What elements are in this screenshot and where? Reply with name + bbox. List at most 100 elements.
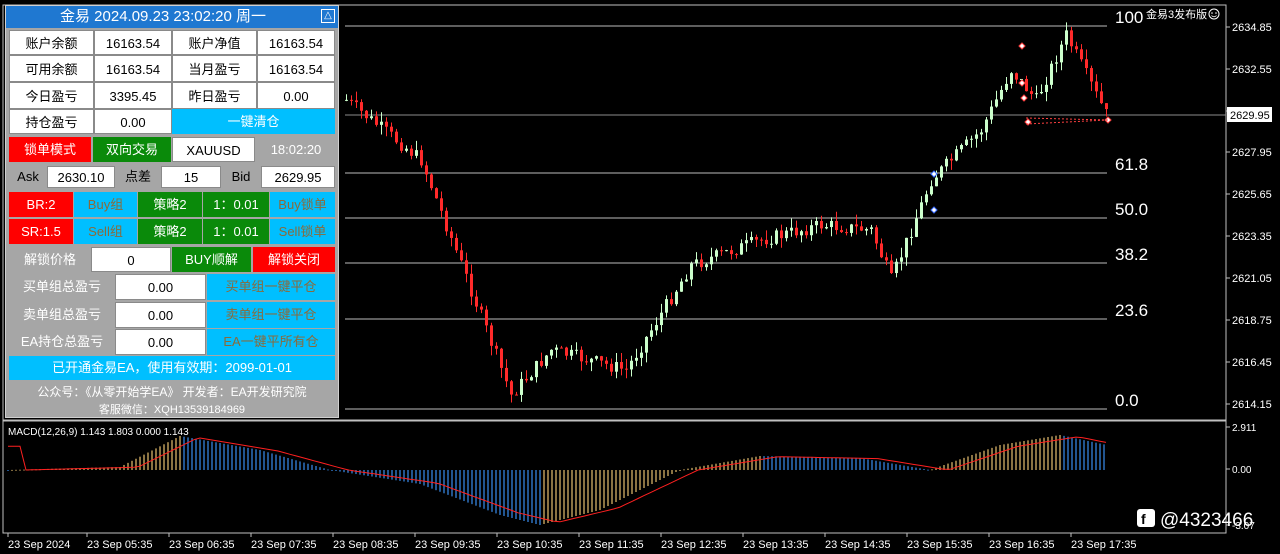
- candle-body: [670, 299, 673, 305]
- candle-body: [735, 254, 738, 256]
- candle-body: [1085, 59, 1088, 69]
- buy-lock-button[interactable]: Buy锁单: [270, 192, 335, 217]
- ea-name-label: 金易3发布版: [1146, 7, 1207, 21]
- buy-strategy-button[interactable]: 策略2: [138, 192, 202, 217]
- price-tick-label: 2618.75: [1232, 315, 1272, 327]
- candle-body: [370, 116, 373, 119]
- sell-strategy-button[interactable]: 策略2: [138, 219, 202, 244]
- equity-label: 账户净值: [172, 30, 257, 55]
- candle-body: [1055, 62, 1058, 64]
- candle-body: [980, 132, 983, 135]
- buy-ratio-button[interactable]: 1：0.01: [203, 192, 269, 217]
- unlock-close-button[interactable]: 解锁关闭: [253, 247, 335, 272]
- candle-body: [900, 257, 903, 262]
- candle-body: [650, 330, 653, 337]
- buy-group-button[interactable]: Buy组: [74, 192, 137, 217]
- candle-body: [635, 357, 638, 361]
- candle-body: [775, 230, 778, 244]
- today-pl-value: 3395.45: [94, 82, 172, 109]
- candle-body: [520, 378, 523, 395]
- current-price-badge: 2629.95: [1227, 107, 1272, 122]
- br-indicator[interactable]: BR:2: [9, 192, 73, 217]
- candle-body: [400, 142, 403, 151]
- candle-body: [785, 230, 788, 239]
- svg-text:@4323466: @4323466: [1160, 510, 1253, 531]
- candle-body: [880, 243, 883, 258]
- candle-body: [660, 312, 663, 326]
- symbol-field[interactable]: XAUUSD: [172, 137, 255, 162]
- candle-body: [530, 377, 533, 381]
- trading-terminal: 100 61.8 50.0 38.2 23.6 0.0 2634.85 2632.55 263…: [0, 0, 1280, 554]
- candle-body: [970, 138, 973, 140]
- sell-ratio-button[interactable]: 1：0.01: [203, 219, 269, 244]
- candle-body: [890, 260, 893, 274]
- candle-body: [575, 349, 578, 351]
- fib-level-label: 0.0: [1115, 391, 1139, 410]
- candle-body: [685, 279, 688, 282]
- candle-body: [1065, 30, 1068, 45]
- candle-body: [605, 360, 608, 364]
- license-banner: 已开通金易EA，使用有效期：2099-01-01: [9, 356, 335, 380]
- position-pl-label: 持仓盈亏: [9, 109, 94, 134]
- candle-body: [405, 148, 408, 151]
- candle-body: [480, 306, 483, 310]
- ask-value: 2630.10: [47, 166, 115, 188]
- candle-body: [595, 356, 598, 359]
- candle-body: [510, 381, 513, 395]
- today-pl-label: 今日盈亏: [9, 82, 94, 109]
- price-axis: 2634.852632.552630.252627.952625.652623.…: [1226, 22, 1272, 411]
- footer-contact: 客服微信：XQH13539184969: [98, 404, 246, 416]
- time-tick-label: 23 Sep 2024: [8, 539, 70, 551]
- macd-tick-label: 0.00: [1232, 465, 1252, 476]
- buy-unlock-button[interactable]: BUY顺解: [172, 247, 251, 272]
- order-link-line: [1025, 119, 1109, 125]
- candle-body: [725, 250, 728, 252]
- ask-label: Ask: [9, 166, 47, 188]
- close-all-button[interactable]: 一键清仓: [172, 109, 335, 134]
- minimize-icon[interactable]: △: [321, 9, 335, 23]
- candle-body: [455, 237, 458, 251]
- candle-body: [695, 259, 698, 264]
- ea-control-panel: 金易 2024.09.23 23:02:20 周一 △ 账户余额 16163.5…: [5, 5, 339, 418]
- candle-body: [1015, 73, 1018, 80]
- candle-body: [565, 347, 568, 356]
- ea-close-all-button[interactable]: EA一键平所有仓: [207, 329, 335, 355]
- candle-body: [630, 360, 633, 370]
- candle-body: [475, 296, 478, 307]
- candle-body: [955, 149, 958, 161]
- buy-group-close-button[interactable]: 买单组一键平仓: [207, 274, 335, 300]
- time-tick-label: 23 Sep 08:35: [333, 539, 398, 551]
- candlesticks: [345, 22, 1108, 403]
- lock-mode-button[interactable]: 锁单模式: [9, 137, 91, 162]
- order-markers: [930, 42, 1112, 214]
- candle-body: [860, 226, 863, 231]
- candle-body: [715, 250, 718, 257]
- order-marker-icon: [1020, 94, 1028, 102]
- monthly-pl-label: 当月盈亏: [172, 55, 257, 82]
- candle-body: [710, 256, 713, 265]
- price-tick-label: 2616.45: [1232, 357, 1272, 369]
- sell-group-close-button[interactable]: 卖单组一键平仓: [207, 302, 335, 328]
- fib-level-label: 38.2: [1115, 245, 1148, 264]
- sell-lock-button[interactable]: Sell锁单: [270, 219, 335, 244]
- spread-value: 15: [161, 166, 221, 188]
- candle-body: [745, 240, 748, 244]
- monthly-pl-value: 16163.54: [257, 55, 335, 82]
- candle-body: [885, 257, 888, 261]
- candle-body: [1010, 73, 1013, 84]
- candle-body: [555, 347, 558, 350]
- candle-body: [495, 345, 498, 349]
- candle-body: [620, 362, 623, 369]
- candle-body: [985, 119, 988, 133]
- dual-trade-button[interactable]: 双向交易: [93, 137, 171, 162]
- unlock-price-input[interactable]: 0: [91, 247, 171, 272]
- bid-label: Bid: [221, 166, 261, 188]
- candle-body: [760, 239, 763, 241]
- price-tick-label: 2614.15: [1232, 399, 1272, 411]
- sell-group-button[interactable]: Sell组: [74, 219, 137, 244]
- sr-indicator[interactable]: SR:1.5: [9, 219, 73, 244]
- footer-publisher: 公众号：《从零开始学EA》 开发者：EA开发研究院: [37, 385, 307, 399]
- time-tick-label: 23 Sep 16:35: [989, 539, 1054, 551]
- candle-body: [465, 260, 468, 274]
- candle-body: [590, 358, 593, 363]
